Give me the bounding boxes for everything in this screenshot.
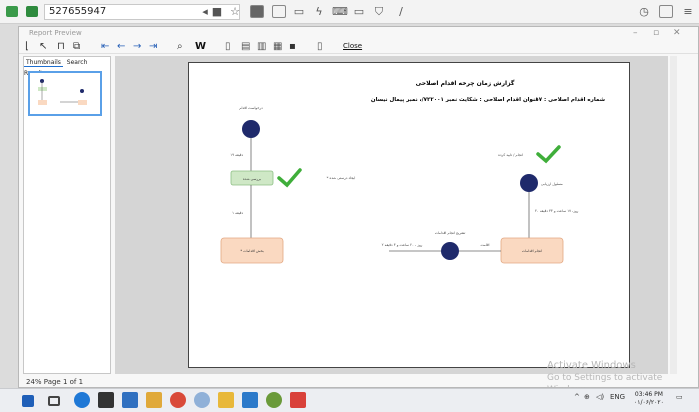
clock[interactable]: 03:46 PM ۰۱/۰۶/۲۰۲۰ [634,391,664,407]
left-top-label: درخواست اقدام [239,106,263,111]
right-check-icon [536,145,561,164]
tab-thumbnails[interactable]: Thumbnails [24,59,63,67]
left-h-edge-label: ۲ روز ، ۲۰ ساعت و ۳ دقیقه [382,243,423,247]
pages-icon[interactable]: ⧉ [73,41,80,52]
monitor-icon[interactable]: ▭ [352,5,366,19]
download-icon[interactable] [659,5,673,18]
report-diagram: گزارش زمان چرخه اقدام اصلاحی شماره اقدام… [220,79,605,264]
first-page-icon[interactable]: ⌊ [25,41,29,52]
volume-icon[interactable]: ◁) [596,393,604,401]
window-titlebar: Report Preview – ▫ ✕ [19,27,698,39]
taskbar: ^ ⊕ ◁) ENG 03:46 PM ۰۱/۰۶/۲۰۲۰ ▭ [0,388,699,412]
clock-date: ۰۱/۰۶/۲۰۲۰ [634,399,664,406]
search-icon[interactable]: ⌕ [177,41,183,52]
lightning-icon[interactable]: ϟ [312,5,326,19]
lock-icon[interactable]: ■ [210,5,224,19]
app-icon-b[interactable] [26,6,38,17]
network-icon[interactable]: ⊕ [584,393,590,401]
left-actions-box-label: * بخش اقدامات [240,249,263,253]
next-arrow-icon[interactable]: → [133,41,141,52]
viewer-scrollbar[interactable] [670,56,677,374]
right-review-node [520,174,538,192]
preview-toolbar: ⌊ ↖ ⊓ ⧉ ⇤ ← → ⇥ ⌕ W ▯ ▤ ▥ ▦ ▪ ▯ Close [19,39,698,54]
search-app-icon[interactable] [194,392,210,408]
activation-line-1: Activate Windows [547,360,636,371]
report-viewer[interactable]: گزارش زمان چرخه اقدام اصلاحی شماره اقدام… [115,56,668,374]
comment-icon[interactable]: ▭ [292,5,306,19]
chrome-icon[interactable] [170,392,186,408]
thumbnail-sidebar: Thumbnails Search Results [23,56,111,374]
left-start-node [242,120,260,138]
star-icon[interactable]: ☆ [228,5,242,19]
first-arrow-icon[interactable]: ⇤ [101,41,109,52]
thumbnail-preview [38,79,87,105]
shield-icon[interactable]: ⛉ [372,5,386,19]
app-blue-icon[interactable] [242,392,258,408]
right-check-label: انجام / تایید کرده [498,153,523,158]
keyboard-icon[interactable]: ⌨ [332,5,348,19]
left-edge-2-label: ۱ دقیقه [232,211,243,215]
left-review-box-label: بررسی شده [243,177,261,181]
store-icon[interactable] [98,392,114,408]
save-icon[interactable]: ▪ [289,41,296,52]
right-edge-v-label: ۴۰ روز، ۱۷ ساعت و ۳۳ دقیقه [535,209,579,213]
sync-icon[interactable] [266,392,282,408]
close-icon[interactable]: ✕ [673,27,681,39]
explorer-icon[interactable] [218,392,234,408]
print-icon[interactable]: ▥ [257,41,266,52]
page-icon[interactable]: ▯ [225,41,231,52]
zoom-icon[interactable]: ⊓ [57,41,65,52]
page-thumbnail[interactable] [28,71,102,116]
right-edge-h-label: اقامت [480,243,489,247]
notification-icon[interactable]: ▭ [676,393,683,401]
menu-icon[interactable]: ≡ [681,5,695,19]
task-view-icon[interactable] [48,396,60,406]
edge-icon[interactable] [74,392,90,408]
last-arrow-icon[interactable]: ⇥ [149,41,157,52]
mail-icon[interactable] [122,392,138,408]
action-number: شماره اقدام اصلاحی : ۱۷ [535,97,605,103]
browser-toolbar: 527655947 ◂ ■ ☆ ▭ ϟ ⌨ ▭ ⛉ ∕ ◷ ≡ [0,0,699,24]
tray-chevron-icon[interactable]: ^ [574,393,580,401]
report-page: گزارش زمان چرخه اقدام اصلاحی شماره اقدام… [188,62,630,368]
prev-arrow-icon[interactable]: ← [117,41,125,52]
layout-icon[interactable]: ▯ [317,41,323,52]
app-icon-a[interactable] [6,6,18,17]
cursor-icon[interactable]: ↖ [39,41,47,52]
right-describe-node [441,242,459,260]
pen-icon[interactable]: ∕ [394,5,408,19]
bold-icon[interactable]: W [195,41,206,52]
photos-icon[interactable] [146,392,162,408]
right-node-label: مسئول ارزیابی [541,182,563,186]
start-icon[interactable] [22,395,34,407]
sidebar-tabs: Thumbnails Search Results [24,57,110,77]
language-indicator[interactable]: ENG [610,393,625,401]
save-page-icon[interactable] [272,5,286,18]
export-icon[interactable]: ▦ [273,41,282,52]
window-title: Report Preview [29,29,82,37]
left-check-icon [277,168,302,188]
left-side-label: * ایجاد درستی شده [327,176,356,180]
close-button[interactable]: Close [343,42,362,50]
minimize-icon[interactable]: – [633,27,638,39]
zoom-page-status: 24% Page 1 of 1 [26,378,84,386]
clock-time: 03:46 PM [634,391,663,398]
report-title: گزارش زمان چرخه اقدام اصلاحی [416,79,515,87]
right-describe-label: تشریح انجام اقدامات [435,231,466,236]
maximize-icon[interactable]: ▫ [653,27,659,39]
copy-icon[interactable]: ▤ [241,41,250,52]
action-subject: عنوان اقدام اصلاحی : شکایت نمبر ۷۲۲۰۰۱/،… [371,96,539,103]
history-icon[interactable]: ◷ [637,5,651,19]
red-app-icon[interactable] [290,392,306,408]
left-edge-1-label: ۱۹ دقیقه [230,153,243,157]
view-icon[interactable] [250,5,264,18]
